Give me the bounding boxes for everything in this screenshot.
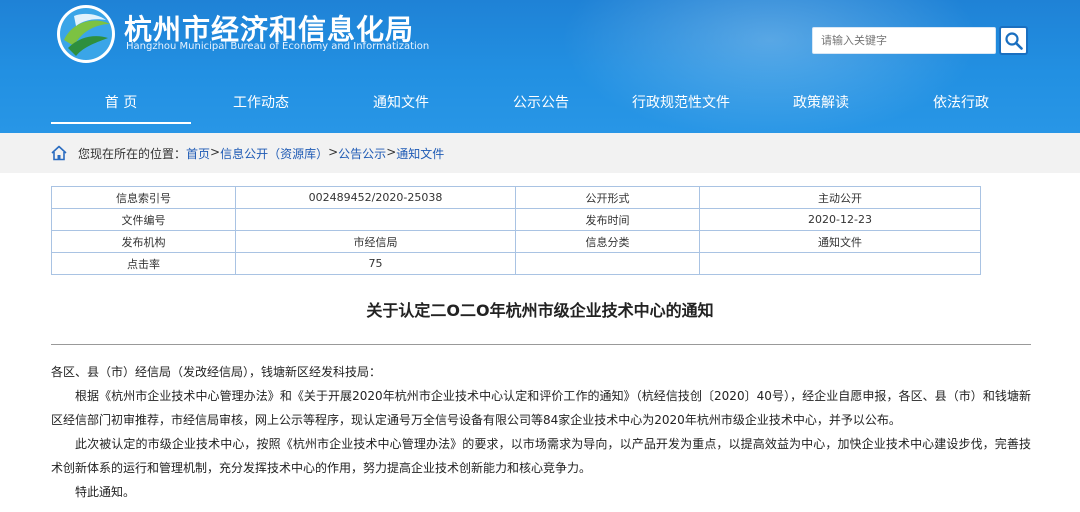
breadcrumb-separator: > xyxy=(386,145,397,159)
nav-item-notices[interactable]: 通知文件 xyxy=(331,80,471,124)
document-closing: 特此通知。 xyxy=(75,485,136,499)
document-info-table: 信息索引号 002489452/2020-25038 公开形式 主动公开 文件编… xyxy=(51,186,981,275)
info-value xyxy=(699,252,981,275)
info-value: 002489452/2020-25038 xyxy=(235,186,516,209)
table-row: 点击率 75 xyxy=(51,252,981,275)
breadcrumb-link-home[interactable]: 首页 xyxy=(186,145,210,162)
nav-item-work-news[interactable]: 工作动态 xyxy=(191,80,331,124)
nav-item-home[interactable]: 首 页 xyxy=(51,80,191,124)
info-label: 信息索引号 xyxy=(51,186,236,209)
table-row: 信息索引号 002489452/2020-25038 公开形式 主动公开 xyxy=(51,186,981,209)
breadcrumb-link-info-public[interactable]: 信息公开（资源库） xyxy=(220,145,328,162)
title-divider xyxy=(51,344,1031,345)
info-value: 通知文件 xyxy=(699,230,981,253)
info-value xyxy=(235,208,516,231)
nav-item-announcements[interactable]: 公示公告 xyxy=(471,80,611,124)
breadcrumb-separator: > xyxy=(328,145,339,159)
bureau-logo-icon[interactable] xyxy=(54,2,118,66)
info-value: 市经信局 xyxy=(235,230,516,253)
document-paragraph: 根据《杭州市企业技术中心管理办法》和《关于开展2020年杭州市企业技术中心认定和… xyxy=(51,389,1031,427)
breadcrumb-separator: > xyxy=(210,145,221,159)
table-row: 发布机构 市经信局 信息分类 通知文件 xyxy=(51,230,981,253)
document-salutation: 各区、县（市）经信局（发改经信局），钱塘新区经发科技局： xyxy=(51,365,382,379)
search-icon xyxy=(1004,31,1023,50)
info-label: 发布时间 xyxy=(515,208,700,231)
info-label xyxy=(515,252,700,275)
info-value: 2020-12-23 xyxy=(699,208,981,231)
main-nav: 首 页 工作动态 通知文件 公示公告 行政规范性文件 政策解读 依法行政 xyxy=(51,80,1031,124)
nav-item-policy-interpretation[interactable]: 政策解读 xyxy=(751,80,891,124)
breadcrumb-link-announcements[interactable]: 公告公示 xyxy=(338,145,386,162)
breadcrumb: 您现在所在的位置： 首页 > 信息公开（资源库） > 公告公示 > 通知文件 xyxy=(78,145,444,162)
document-title: 关于认定二O二O年杭州市级企业技术中心的通知 xyxy=(366,301,714,320)
table-row: 文件编号 发布时间 2020-12-23 xyxy=(51,208,981,231)
home-icon xyxy=(51,145,67,161)
info-value: 主动公开 xyxy=(699,186,981,209)
info-label: 点击率 xyxy=(51,252,236,275)
breadcrumb-prefix: 您现在所在的位置： xyxy=(78,147,187,161)
info-value: 75 xyxy=(235,252,516,275)
site-subtitle: Hangzhou Municipal Bureau of Economy and… xyxy=(126,41,430,52)
site-header: 杭州市经济和信息化局 Hangzhou Municipal Bureau of … xyxy=(0,0,1080,133)
search-input[interactable] xyxy=(812,27,996,54)
nav-item-normative-docs[interactable]: 行政规范性文件 xyxy=(611,80,751,124)
breadcrumb-link-notices[interactable]: 通知文件 xyxy=(396,145,444,162)
document-body: 各区、县（市）经信局（发改经信局），钱塘新区经发科技局： 根据《杭州市企业技术中… xyxy=(51,360,1031,504)
breadcrumb-bar: 您现在所在的位置： 首页 > 信息公开（资源库） > 公告公示 > 通知文件 xyxy=(0,133,1080,173)
info-label: 信息分类 xyxy=(515,230,700,253)
info-label: 文件编号 xyxy=(51,208,236,231)
nav-item-law-administration[interactable]: 依法行政 xyxy=(891,80,1031,124)
info-label: 发布机构 xyxy=(51,230,236,253)
info-label: 公开形式 xyxy=(515,186,700,209)
document-paragraph: 此次被认定的市级企业技术中心，按照《杭州市企业技术中心管理办法》的要求，以市场需… xyxy=(51,437,1031,475)
search-button[interactable] xyxy=(999,26,1028,55)
